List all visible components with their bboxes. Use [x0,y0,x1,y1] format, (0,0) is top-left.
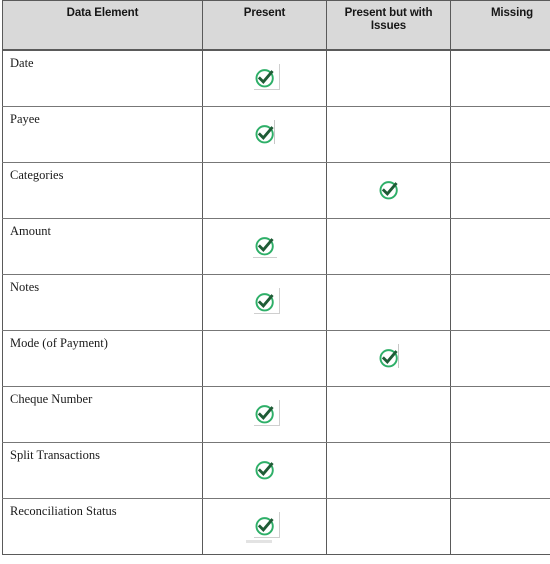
status-cell-missing [450,49,550,107]
audit-table-container: Data Element Present Present but with Is… [2,0,550,555]
data-element-label-cell: Date [2,49,203,107]
table-row: Mode (of Payment) [2,330,550,387]
data-element-label-cell: Notes [2,274,203,331]
status-cell-missing [450,106,550,163]
status-cell-missing [450,274,550,331]
data-element-audit-table: Data Element Present Present but with Is… [2,0,550,555]
column-header-present: Present [202,0,327,51]
status-cell-present [202,386,327,443]
check-slot [327,163,450,218]
table-row: Split Transactions [2,442,550,499]
table-header-row: Data Element Present Present but with Is… [2,0,550,51]
status-cell-present [202,330,327,387]
scan-artifact [252,257,277,258]
table-row: Date [2,49,550,107]
check-circle-icon [254,123,276,145]
table-row: Amount [2,218,550,275]
check-slot [203,443,326,498]
check-circle-icon [254,67,276,89]
status-cell-present_with_issues [326,330,451,387]
check-circle-icon [254,515,276,537]
status-cell-present [202,162,327,219]
check-slot [203,51,326,106]
status-cell-present_with_issues [326,49,451,107]
status-cell-present_with_issues [326,274,451,331]
status-cell-present_with_issues [326,442,451,499]
table-body: Date Payee Categories Amount Notes Mode (of P… [2,49,550,555]
data-element-label-cell: Payee [2,106,203,163]
data-element-label-cell: Mode (of Payment) [2,330,203,387]
status-cell-present_with_issues [326,162,451,219]
status-cell-missing [450,218,550,275]
check-circle-icon [254,459,276,481]
status-cell-missing [450,330,550,387]
status-cell-present [202,106,327,163]
status-cell-missing [450,498,550,555]
status-cell-present_with_issues [326,498,451,555]
check-slot [203,219,326,274]
data-element-label-cell: Split Transactions [2,442,203,499]
status-cell-present_with_issues [326,386,451,443]
status-cell-missing [450,386,550,443]
scan-artifact [246,540,272,543]
table-row: Reconciliation Status [2,498,550,555]
check-circle-icon [254,235,276,257]
table-row: Notes [2,274,550,331]
status-cell-missing [450,162,550,219]
status-cell-present [202,274,327,331]
check-circle-icon [254,291,276,313]
check-slot [203,499,326,554]
status-cell-present_with_issues [326,106,451,163]
status-cell-present [202,218,327,275]
check-slot [203,275,326,330]
check-slot [203,387,326,442]
status-cell-present [202,442,327,499]
status-cell-present [202,498,327,555]
status-cell-present [202,49,327,107]
table-row: Cheque Number [2,386,550,443]
table-header: Data Element Present Present but with Is… [2,0,550,51]
table-row: Payee [2,106,550,163]
data-element-label-cell: Cheque Number [2,386,203,443]
column-header-present-but-with-issues: Present but with Issues [326,0,451,51]
table-row: Categories [2,162,550,219]
data-element-label-cell: Categories [2,162,203,219]
column-header-data-element: Data Element [2,0,203,51]
data-element-label-cell: Reconciliation Status [2,498,203,555]
data-element-label-cell: Amount [2,218,203,275]
status-cell-missing [450,442,550,499]
check-circle-icon [254,403,276,425]
column-header-missing: Missing [450,0,550,51]
check-circle-icon [378,347,400,369]
check-slot [203,107,326,162]
status-cell-present_with_issues [326,218,451,275]
check-circle-icon [378,179,400,201]
check-slot [327,331,450,386]
